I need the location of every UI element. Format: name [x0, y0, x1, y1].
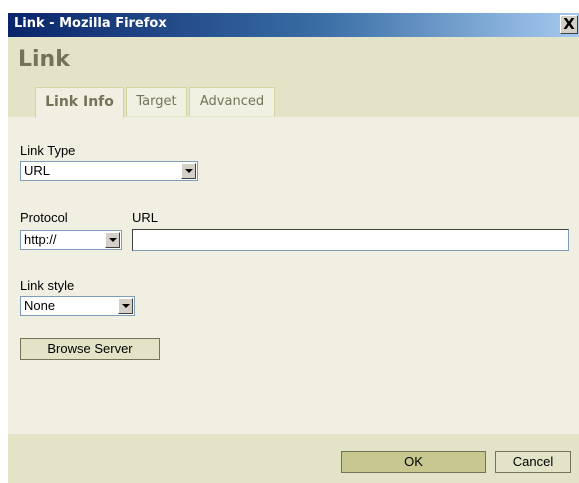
protocol-value: http:// [24, 232, 57, 247]
protocol-select[interactable]: http:// [20, 230, 122, 250]
close-icon: X [563, 15, 575, 33]
dialog-header: Link Link Info Target Advanced [8, 37, 579, 118]
tab-link-info[interactable]: Link Info [35, 87, 124, 118]
link-style-label: Link style [20, 278, 75, 293]
link-type-select[interactable]: URL [20, 161, 198, 181]
ok-button[interactable]: OK [341, 451, 486, 473]
window-title: Link - Mozilla Firefox [14, 16, 167, 31]
link-type-label: Link Type [20, 143, 76, 158]
tab-advanced-label: Advanced [199, 94, 265, 109]
tab-target-label: Target [136, 94, 177, 109]
dialog-title: Link [18, 47, 70, 72]
tab-target[interactable]: Target [126, 87, 187, 116]
link-dialog-window: Link - Mozilla Firefox X Link Link Info … [8, 13, 579, 483]
chevron-down-icon[interactable] [105, 232, 120, 248]
chevron-down-icon[interactable] [181, 163, 196, 179]
tab-advanced[interactable]: Advanced [189, 87, 275, 116]
link-style-value: None [24, 298, 56, 313]
link-type-value: URL [24, 163, 51, 178]
tab-link-info-label: Link Info [45, 94, 114, 110]
dialog-footer: OK Cancel [8, 434, 579, 483]
url-label: URL [132, 210, 159, 225]
link-style-select[interactable]: None [20, 296, 135, 316]
url-input[interactable] [132, 229, 569, 251]
window-titlebar[interactable]: Link - Mozilla Firefox X [8, 13, 579, 37]
browse-server-button[interactable]: Browse Server [20, 338, 160, 360]
protocol-label: Protocol [20, 210, 68, 225]
dialog-body: Link Type URL Protocol URL http:// Link … [8, 117, 579, 434]
cancel-button[interactable]: Cancel [495, 451, 571, 473]
close-button[interactable]: X [560, 15, 578, 34]
chevron-down-icon[interactable] [118, 298, 133, 314]
